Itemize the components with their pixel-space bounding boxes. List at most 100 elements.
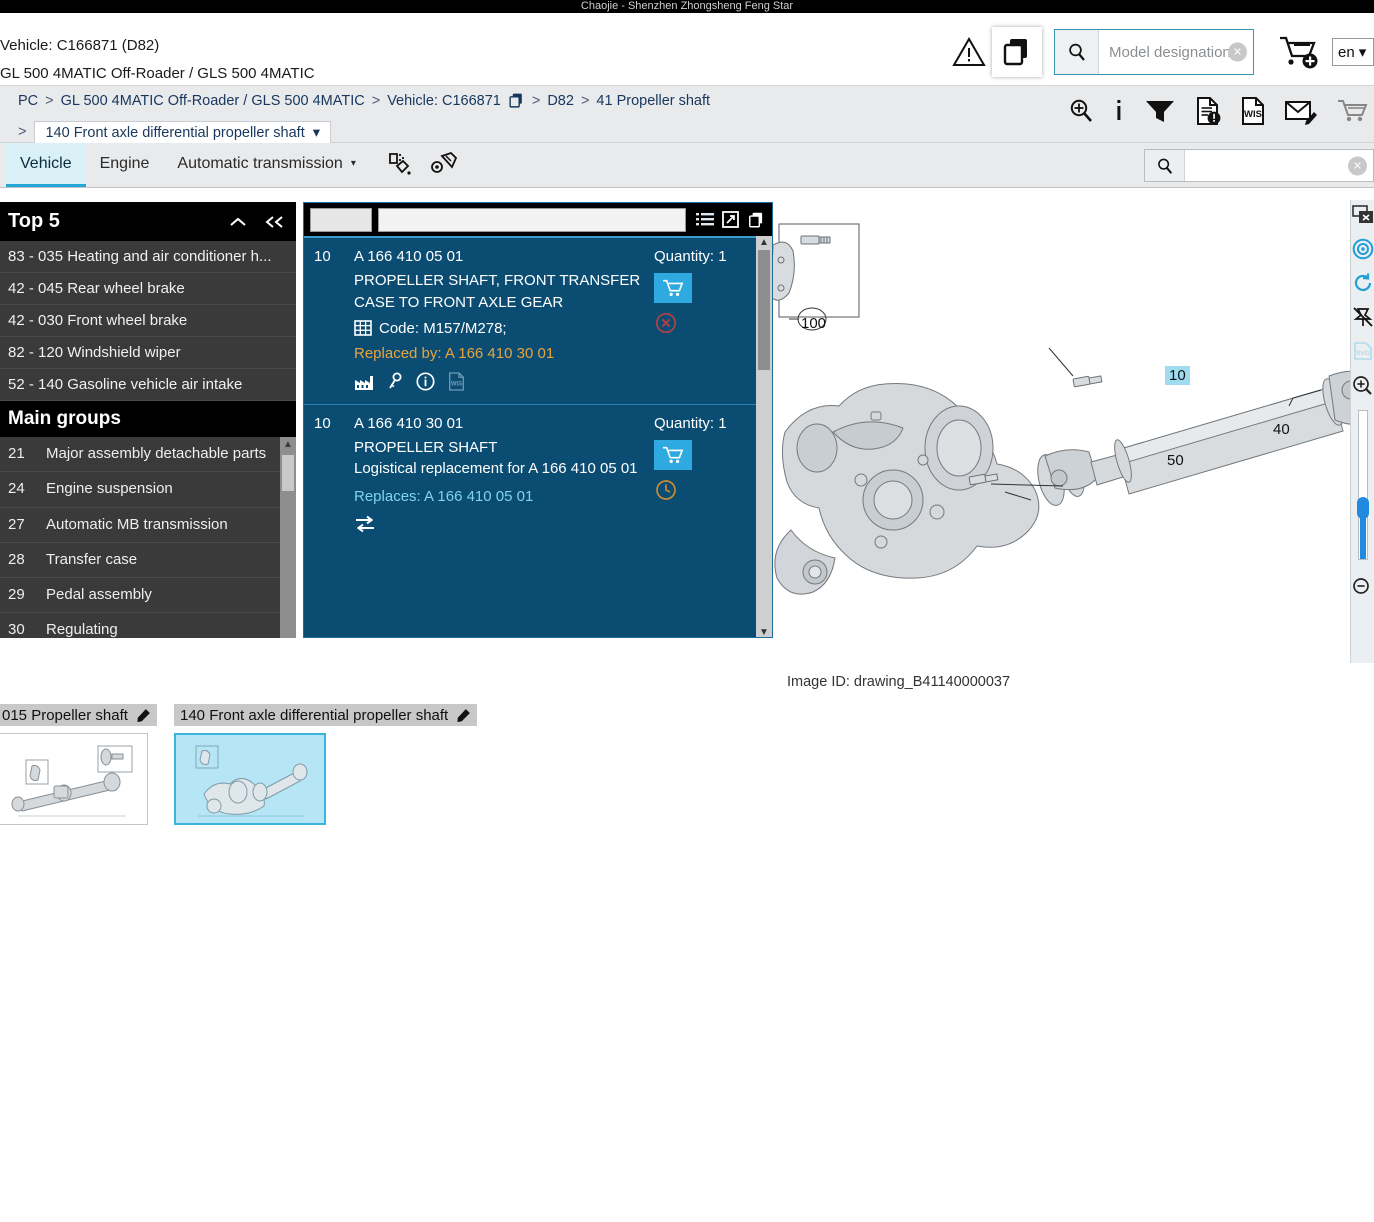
main-group-item[interactable]: 27 Automatic MB transmission xyxy=(0,508,296,543)
clear-icon[interactable]: ✕ xyxy=(1348,156,1367,175)
scrollbar-thumb[interactable] xyxy=(758,250,770,370)
part-position: 10 xyxy=(314,248,331,265)
main-groups-title: Main groups xyxy=(8,408,121,429)
top5-item[interactable]: 82 - 120 Windshield wiper xyxy=(0,337,296,369)
expand-icon[interactable] xyxy=(722,211,739,228)
secondary-toolbar: WIS xyxy=(1067,96,1370,126)
part-code-row: Code: M157/M278; xyxy=(354,320,654,337)
zoom-slider[interactable] xyxy=(1356,410,1369,560)
add-to-cart-icon[interactable] xyxy=(1274,29,1328,75)
scroll-up-icon[interactable]: ▲ xyxy=(759,237,769,248)
copy-icon[interactable] xyxy=(508,92,525,109)
part-row[interactable]: 10 A 166 410 30 01 PROPELLER SHAFT Logis… xyxy=(304,403,772,545)
filter-icon[interactable] xyxy=(1143,97,1177,125)
key-icon[interactable] xyxy=(387,372,403,392)
cart-icon[interactable] xyxy=(654,439,692,470)
document-alert-icon[interactable] xyxy=(1195,96,1222,126)
main-group-item[interactable]: 21 Major assembly detachable parts xyxy=(0,437,296,473)
part-row[interactable]: 10 A 166 410 05 01 PROPELLER SHAFT, FRON… xyxy=(304,236,772,404)
mail-edit-icon[interactable] xyxy=(1284,97,1318,125)
diagram-callout-10[interactable]: 10 xyxy=(1165,366,1190,385)
thumbnail-tab[interactable]: 015 Propeller shaft xyxy=(0,704,157,726)
zoom-in-icon[interactable] xyxy=(1352,374,1374,396)
thumbnail-image[interactable] xyxy=(0,733,148,825)
tab-engine[interactable]: Engine xyxy=(86,143,164,187)
tab-automatic-transmission[interactable]: Automatic transmission ▾ xyxy=(163,143,369,187)
main-group-label: Major assembly detachable parts xyxy=(46,445,267,462)
zoom-slider-handle[interactable] xyxy=(1356,497,1369,519)
tab-vehicle[interactable]: Vehicle xyxy=(6,143,86,187)
thumbnail-group: 015 Propeller shaft xyxy=(0,704,157,825)
thumbnail-tab[interactable]: 140 Front axle differential propeller sh… xyxy=(174,704,478,726)
scroll-down-icon[interactable]: ▼ xyxy=(759,627,769,637)
parts-search[interactable]: ✕ xyxy=(1144,149,1374,182)
chevron-down-icon: ▾ xyxy=(1358,44,1367,61)
zoom-in-icon[interactable] xyxy=(1067,97,1095,125)
breadcrumb-item-model[interactable]: GL 500 4MATIC Off-Roader / GLS 500 4MATI… xyxy=(61,93,365,109)
clear-icon[interactable]: ✕ xyxy=(1228,42,1247,62)
close-window-icon[interactable] xyxy=(1351,204,1374,226)
breadcrumb-item-group[interactable]: 41 Propeller shaft xyxy=(596,93,710,109)
search-icon[interactable] xyxy=(1055,30,1099,74)
breadcrumb: PC > GL 500 4MATIC Off-Roader / GLS 500 … xyxy=(18,92,1018,145)
breadcrumb-current-dropdown[interactable]: 140 Front axle differential propeller sh… xyxy=(34,121,332,145)
copy-icon[interactable] xyxy=(747,211,766,229)
info-circle-icon[interactable] xyxy=(416,372,435,391)
parts-diagram[interactable]: 100 10 40 50 xyxy=(773,200,1374,663)
main-group-label: Regulating xyxy=(46,621,118,638)
paint-code-icon[interactable] xyxy=(384,150,414,180)
breadcrumb-item-pc[interactable]: PC xyxy=(18,93,38,109)
main-group-item[interactable]: 28 Transfer case xyxy=(0,543,296,578)
scrollbar-thumb[interactable] xyxy=(282,455,294,491)
top5-item[interactable]: 42 - 030 Front wheel brake xyxy=(0,305,296,337)
not-available-icon xyxy=(654,311,678,335)
thumbnail-image[interactable] xyxy=(174,733,326,825)
search-icon[interactable] xyxy=(1145,150,1185,181)
breadcrumb-item-d82[interactable]: D82 xyxy=(547,93,574,109)
scroll-up-icon[interactable]: ▲ xyxy=(283,439,293,450)
parts-filter-input[interactable] xyxy=(378,207,686,232)
list-view-icon[interactable] xyxy=(696,212,714,228)
main-group-label: Transfer case xyxy=(46,550,138,568)
top5-item[interactable]: 42 - 045 Rear wheel brake xyxy=(0,273,296,305)
part-number: A 166 410 05 01 xyxy=(354,248,464,265)
top5-item[interactable]: 83 - 035 Heating and air conditioner h..… xyxy=(0,241,296,273)
page-header: Vehicle: C166871 (D82) GL 500 4MATIC Off… xyxy=(0,13,1374,86)
part-note: Logistical replacement for A 166 410 05 … xyxy=(354,460,638,478)
cart-icon[interactable] xyxy=(1336,97,1370,125)
diagram-callout-50[interactable]: 50 xyxy=(1167,452,1184,469)
top5-item[interactable]: 52 - 140 Gasoline vehicle air intake xyxy=(0,369,296,401)
exchange-icon[interactable] xyxy=(354,515,376,533)
parts-search-input[interactable]: ✕ xyxy=(1185,150,1373,181)
reset-rotate-icon[interactable] xyxy=(1352,272,1374,294)
upholstery-code-icon[interactable] xyxy=(428,150,460,180)
factory-icon[interactable] xyxy=(354,373,374,391)
search-input[interactable]: Model designation ✕ xyxy=(1099,30,1253,74)
edit-icon[interactable] xyxy=(456,708,471,723)
info-icon[interactable] xyxy=(1113,97,1125,125)
main-group-item[interactable]: 29 Pedal assembly xyxy=(0,578,296,614)
parts-scrollbar[interactable]: ▲ ▼ xyxy=(756,236,772,637)
unpin-icon[interactable] xyxy=(1352,306,1374,328)
edit-icon[interactable] xyxy=(136,708,151,723)
parts-list: 10 A 166 410 05 01 PROPELLER SHAFT, FRON… xyxy=(304,236,772,637)
copy-icon[interactable] xyxy=(992,27,1042,77)
target-focus-icon[interactable] xyxy=(1352,238,1374,260)
main-group-item[interactable]: 24 Engine suspension xyxy=(0,472,296,508)
main-groups-scrollbar[interactable]: ▲ ▼ xyxy=(280,437,296,638)
svg-export-icon: SVG xyxy=(1352,340,1374,362)
warning-triangle-icon[interactable] xyxy=(946,29,992,75)
breadcrumb-item-vehicle[interactable]: Vehicle: C166871 xyxy=(387,93,501,109)
zoom-out-icon[interactable] xyxy=(1352,576,1374,598)
diagram-callout-100[interactable]: 100 xyxy=(801,315,826,332)
wis-document-icon[interactable]: WIS xyxy=(1240,96,1266,126)
cart-icon[interactable] xyxy=(654,273,692,303)
chevron-up-icon[interactable] xyxy=(228,215,248,229)
main-group-item[interactable]: 30 Regulating xyxy=(0,613,296,638)
double-chevron-left-icon[interactable] xyxy=(264,215,286,229)
top5-header: Top 5 xyxy=(0,202,296,241)
diagram-callout-40[interactable]: 40 xyxy=(1273,421,1290,438)
parts-filter-box[interactable] xyxy=(310,207,372,232)
language-selector[interactable]: en ▾ xyxy=(1332,38,1374,66)
model-designation-search[interactable]: Model designation ✕ xyxy=(1054,29,1254,75)
